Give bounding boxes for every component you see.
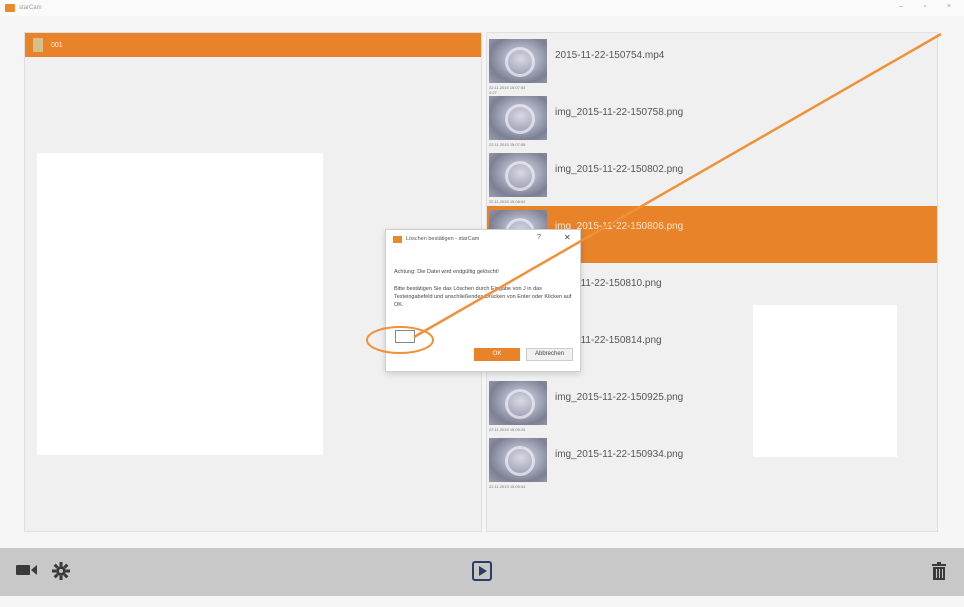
warning-text: Achtung: Die Datei wird endgültig gelösc… (394, 269, 499, 275)
image-thumbnail (489, 381, 547, 425)
video-thumbnail (489, 39, 547, 83)
instruction-text: Bitte bestätigen Sie das Löschen durch E… (394, 286, 572, 308)
delete-confirm-dialog: Löschen bestätigen - starCam ? ✕ Achtung… (385, 229, 581, 372)
folder-name: 001 (51, 41, 63, 49)
title-bar: starCam – ▫ × (0, 0, 964, 16)
thumbnail-date: 22.11.2015 15:07:58 (489, 142, 526, 147)
thumbnail-date: 22.11.2015 15:09:34 (489, 484, 526, 489)
help-button[interactable]: ? (537, 234, 541, 241)
folder-item[interactable]: 001 (25, 33, 481, 57)
trash-icon[interactable] (931, 562, 947, 580)
app-icon (393, 235, 402, 243)
bottom-toolbar (0, 548, 964, 596)
file-name: img_2015-11-22-150802.png (555, 164, 684, 175)
file-name: img_2015-11-22-150758.png (555, 107, 684, 118)
dialog-title: Löschen bestätigen - starCam (406, 236, 480, 242)
window-controls: – ▫ × (896, 3, 954, 10)
window-title: starCam (19, 5, 42, 11)
app-icon (5, 4, 15, 12)
gear-icon[interactable] (52, 562, 70, 580)
redacted-area (37, 153, 323, 455)
file-item[interactable]: 22.11.2015 15:07:58 img_2015-11-22-15075… (487, 92, 937, 149)
file-item[interactable]: 22.11.2015 15:07:54 0:27 2015-11-22-1507… (487, 35, 937, 95)
folder-icon (33, 38, 43, 52)
maximize-button[interactable]: ▫ (920, 3, 930, 10)
file-name: img_2015-11-22-150925.png (555, 392, 684, 403)
file-name: img_2015-11-22-150934.png (555, 449, 684, 460)
image-thumbnail (489, 96, 547, 140)
redacted-area (753, 305, 897, 457)
file-name: 2015-11-22-150754.mp4 (555, 50, 665, 61)
dialog-close-button[interactable]: ✕ (564, 233, 571, 242)
image-thumbnail (489, 153, 547, 197)
ok-button[interactable]: OK (474, 348, 520, 361)
close-button[interactable]: × (944, 3, 954, 10)
file-item[interactable]: 22.11.2015 15:08:02 img_2015-11-22-15080… (487, 149, 937, 206)
thumbnail-date: 22.11.2015 15:08:02 (489, 199, 526, 204)
thumbnail-date: 22.11.2015 15:09:25 (489, 427, 526, 432)
image-thumbnail (489, 438, 547, 482)
confirm-input[interactable] (395, 330, 415, 343)
cancel-button[interactable]: Abbrechen (526, 348, 573, 361)
dialog-header: Löschen bestätigen - starCam (386, 230, 580, 248)
minimize-button[interactable]: – (896, 3, 906, 10)
play-icon[interactable] (472, 561, 492, 581)
video-camera-icon[interactable] (16, 562, 38, 578)
